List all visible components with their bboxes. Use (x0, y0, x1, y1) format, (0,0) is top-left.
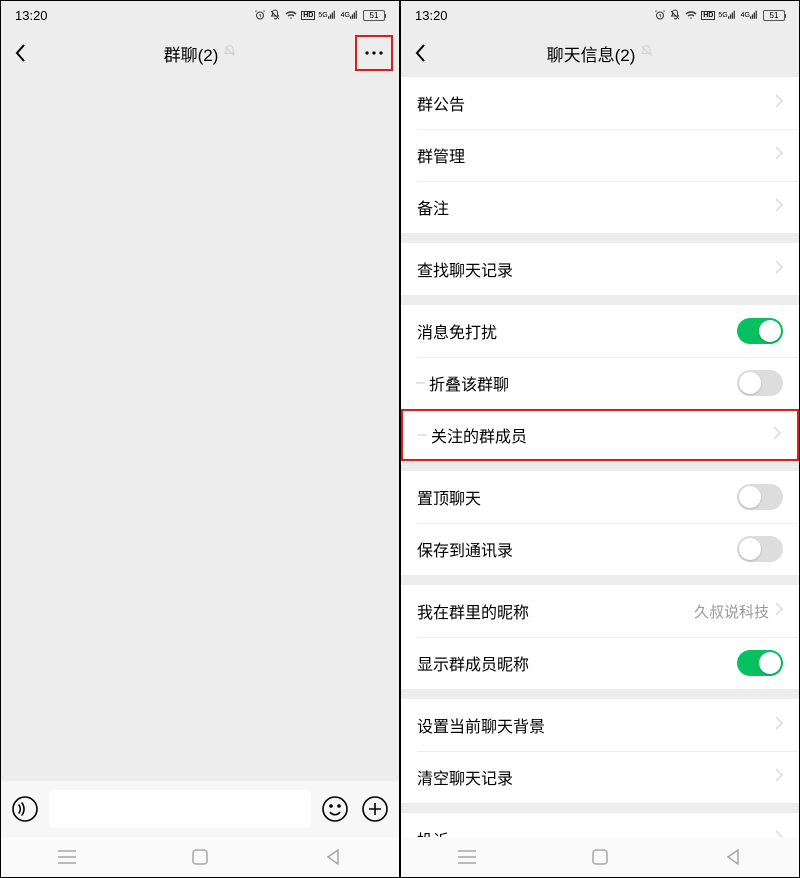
info-header: 聊天信息(2) (401, 29, 799, 77)
chevron-right-icon (775, 768, 783, 787)
row-label: 折叠该群聊 (429, 371, 737, 395)
status-bar: 13:20 HD 5G 4G 51 (401, 1, 799, 29)
row-label: 群公告 (417, 91, 775, 115)
mute-indicator-icon (222, 43, 236, 63)
toggle-switch[interactable] (737, 370, 783, 396)
status-icons: HD 5G 4G 51 (254, 9, 385, 21)
back-button[interactable] (401, 29, 441, 77)
row-label: 投诉 (417, 827, 775, 837)
settings-row[interactable]: 保存到通讯录 (401, 523, 799, 575)
hd-icon: HD (701, 11, 715, 20)
sub-indicator: – (416, 374, 425, 392)
emoji-button[interactable] (319, 793, 351, 825)
signal-4g-icon: 4G (741, 10, 760, 20)
toggle-switch[interactable] (737, 650, 783, 676)
system-nav-bar (1, 837, 399, 877)
nav-recent-button[interactable] (447, 837, 487, 877)
chevron-right-icon (775, 602, 783, 621)
voice-button[interactable] (9, 793, 41, 825)
chevron-right-icon (775, 260, 783, 279)
hd-icon: HD (301, 11, 315, 20)
status-time: 13:20 (415, 8, 448, 23)
signal-4g-icon: 4G (341, 10, 360, 20)
back-button[interactable] (1, 29, 41, 77)
system-nav-bar (401, 837, 799, 877)
settings-row[interactable]: 置顶聊天 (401, 471, 799, 523)
toggle-switch[interactable] (737, 318, 783, 344)
row-label: 置顶聊天 (417, 485, 737, 509)
settings-group: 消息免打扰–折叠该群聊–关注的群成员 (401, 305, 799, 461)
chat-info-screen: 13:20 HD 5G 4G 51 (400, 0, 800, 878)
settings-group: 查找聊天记录 (401, 243, 799, 295)
wifi-icon (284, 9, 298, 21)
sub-indicator: – (418, 426, 427, 444)
nav-back-button[interactable] (713, 837, 753, 877)
status-time: 13:20 (15, 8, 48, 23)
settings-row[interactable]: 设置当前聊天背景 (401, 699, 799, 751)
chat-input-area (1, 781, 399, 837)
chat-screen: 13:20 HD 5G 4G 51 (0, 0, 400, 878)
more-button[interactable] (355, 35, 393, 71)
settings-row[interactable]: 群公告 (401, 77, 799, 129)
chat-header: 群聊(2) (1, 29, 399, 77)
chevron-right-icon (775, 716, 783, 735)
battery-icon: 51 (363, 10, 385, 21)
chevron-right-icon (775, 146, 783, 165)
battery-icon: 51 (763, 10, 785, 21)
row-label: 显示群成员昵称 (417, 651, 737, 675)
settings-row[interactable]: 查找聊天记录 (401, 243, 799, 295)
mute-indicator-icon (639, 43, 653, 63)
chevron-right-icon (775, 94, 783, 113)
chat-title: 群聊(2) (164, 41, 237, 66)
signal-5g-icon: 5G (718, 10, 737, 20)
alarm-icon (654, 9, 666, 21)
chevron-right-icon (773, 426, 781, 445)
row-value: 久叔说科技 (694, 601, 769, 622)
settings-row[interactable]: 我在群里的昵称久叔说科技 (401, 585, 799, 637)
info-title: 聊天信息(2) (547, 41, 654, 66)
settings-row[interactable]: 群管理 (401, 129, 799, 181)
chevron-right-icon (775, 198, 783, 217)
settings-group: 投诉 (401, 813, 799, 837)
row-label: 查找聊天记录 (417, 257, 775, 281)
row-label: 保存到通讯录 (417, 537, 737, 561)
wifi-icon (684, 9, 698, 21)
alarm-icon (254, 9, 266, 21)
settings-row[interactable]: 显示群成员昵称 (401, 637, 799, 689)
mute-icon (269, 9, 281, 21)
settings-group: 我在群里的昵称久叔说科技显示群成员昵称 (401, 585, 799, 689)
toggle-switch[interactable] (737, 536, 783, 562)
chevron-right-icon (775, 830, 783, 838)
message-input[interactable] (49, 790, 311, 828)
mute-icon (669, 9, 681, 21)
nav-home-button[interactable] (180, 837, 220, 877)
settings-group: 群公告群管理备注 (401, 77, 799, 233)
nav-home-button[interactable] (580, 837, 620, 877)
settings-row[interactable]: 备注 (401, 181, 799, 233)
row-label: 群管理 (417, 143, 775, 167)
settings-row[interactable]: 消息免打扰 (401, 305, 799, 357)
status-bar: 13:20 HD 5G 4G 51 (1, 1, 399, 29)
settings-row[interactable]: 清空聊天记录 (401, 751, 799, 803)
settings-group: 置顶聊天保存到通讯录 (401, 471, 799, 575)
add-button[interactable] (359, 793, 391, 825)
settings-list[interactable]: 群公告群管理备注查找聊天记录消息免打扰–折叠该群聊–关注的群成员置顶聊天保存到通… (401, 77, 799, 837)
settings-row[interactable]: –关注的群成员 (401, 409, 799, 461)
settings-row[interactable]: –折叠该群聊 (401, 357, 799, 409)
row-label: 关注的群成员 (431, 423, 773, 447)
row-label: 消息免打扰 (417, 319, 737, 343)
row-label: 设置当前聊天背景 (417, 713, 775, 737)
row-label: 备注 (417, 195, 775, 219)
signal-5g-icon: 5G (318, 10, 337, 20)
row-label: 我在群里的昵称 (417, 599, 694, 623)
settings-row[interactable]: 投诉 (401, 813, 799, 837)
status-icons: HD 5G 4G 51 (654, 9, 785, 21)
toggle-switch[interactable] (737, 484, 783, 510)
chat-messages-area[interactable] (1, 77, 399, 781)
nav-recent-button[interactable] (47, 837, 87, 877)
row-label: 清空聊天记录 (417, 765, 775, 789)
settings-group: 设置当前聊天背景清空聊天记录 (401, 699, 799, 803)
nav-back-button[interactable] (313, 837, 353, 877)
